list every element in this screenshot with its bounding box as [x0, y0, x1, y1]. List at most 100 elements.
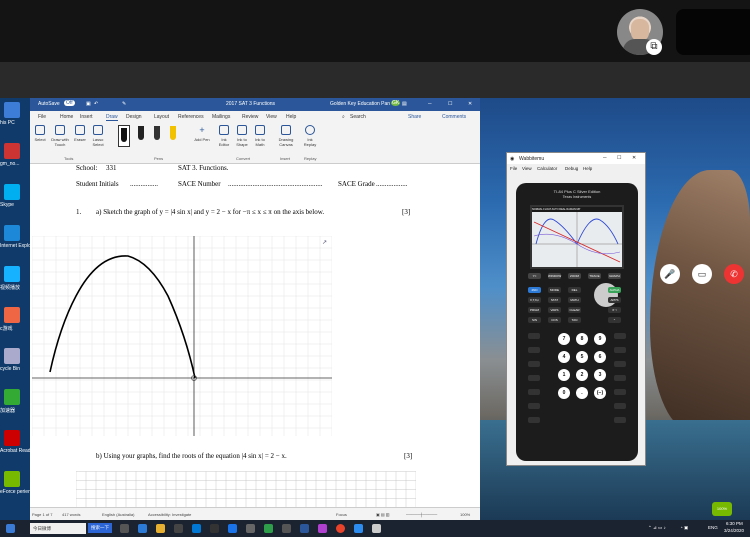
touch-mode-icon[interactable]: ✎ — [122, 101, 126, 107]
edge-icon[interactable] — [138, 524, 147, 533]
calc-side-key[interactable] — [528, 347, 540, 353]
calc-side-key[interactable] — [614, 347, 626, 353]
pen-black-2[interactable] — [138, 126, 144, 140]
tab-references[interactable]: References — [178, 114, 204, 120]
maximize-icon[interactable]: ☐ — [448, 101, 452, 107]
mute-button[interactable]: 🎤 — [660, 264, 680, 284]
word-count[interactable]: 417 words — [62, 512, 80, 517]
desktop-icon[interactable]: eForce perience — [0, 471, 30, 511]
calc-key-top[interactable]: WINDOW — [548, 273, 561, 279]
calc-key[interactable]: MATH — [568, 297, 581, 303]
share-button[interactable]: Share — [408, 114, 421, 120]
calc-key-top[interactable]: GRAPH — [608, 273, 621, 279]
calc-key[interactable]: VARS — [548, 307, 561, 313]
calc-side-key[interactable] — [528, 361, 540, 367]
add-pen-button[interactable]: + Add Pen — [194, 125, 210, 142]
calc-key[interactable]: 2ND — [528, 287, 541, 293]
calc-key[interactable]: APPS — [608, 297, 621, 303]
calc-number-key[interactable]: 7 — [558, 333, 570, 345]
accessibility-status[interactable]: Accessibility: Investigate — [148, 512, 191, 517]
undo-icon[interactable]: ↶ — [94, 101, 98, 107]
wabbit-maximize-icon[interactable]: ☐ — [617, 155, 621, 161]
lasso-select-tool[interactable]: Lasso Select — [90, 125, 106, 147]
calc-side-key[interactable] — [614, 417, 626, 423]
calc-side-key[interactable] — [614, 333, 626, 339]
tab-design[interactable]: Design — [126, 114, 142, 120]
menu-view[interactable]: View — [522, 166, 532, 171]
tab-layout[interactable]: Layout — [154, 114, 169, 120]
account-name[interactable]: Golden Key Education Pan — [330, 101, 390, 107]
tray-icons-2[interactable]: ◔ ▣ — [680, 525, 688, 531]
calc-key[interactable]: X,T,θ,n — [528, 297, 541, 303]
desktop-icon[interactable]: c游戏 — [0, 307, 30, 347]
menu-calculator[interactable]: Calculator — [537, 166, 557, 171]
calc-side-key[interactable] — [614, 375, 626, 381]
save-icon[interactable]: ▣ — [86, 101, 91, 107]
app-icon-1[interactable] — [210, 524, 219, 533]
zoom-level[interactable]: 100% — [460, 512, 470, 517]
video-button[interactable]: ▭ — [692, 264, 712, 284]
wabbit-close-icon[interactable]: ✕ — [632, 155, 636, 161]
desktop-icon[interactable]: cycle Bin — [0, 348, 30, 388]
calc-screen[interactable]: NORMAL FLOAT AUTO REAL RADIAN MP — [530, 205, 624, 269]
task-view-icon[interactable] — [120, 524, 129, 533]
tab-home[interactable]: Home — [60, 114, 73, 120]
ink-editor-button[interactable]: Ink Editor — [216, 125, 232, 147]
clock-date[interactable]: 3/24/2020 — [724, 528, 744, 533]
app-icon-3[interactable] — [246, 524, 255, 533]
document-page[interactable]: School: 331 SAT 3. Functions. Student In… — [30, 164, 480, 510]
desktop-icon[interactable]: 视频播放 — [0, 266, 30, 306]
taskbar-search-button[interactable]: 搜索一下 — [88, 523, 112, 533]
close-icon[interactable]: ✕ — [468, 101, 472, 107]
calc-key-top[interactable]: TRACE — [588, 273, 601, 279]
desktop-icon[interactable]: Skype — [0, 184, 30, 224]
menu-help[interactable]: Help — [583, 166, 592, 171]
minimize-icon[interactable]: ─ — [428, 101, 432, 107]
calc-number-key[interactable]: 8 — [576, 333, 588, 345]
app-icon-2[interactable] — [228, 524, 237, 533]
pen-black-3[interactable] — [154, 126, 160, 140]
calc-key-top[interactable]: Y= — [528, 273, 541, 279]
wabbit-minimize-icon[interactable]: ─ — [603, 155, 607, 161]
calc-number-key[interactable]: . — [576, 387, 588, 399]
ink-replay-button[interactable]: Ink Replay — [302, 125, 318, 147]
nvidia-overlay[interactable]: 100% — [712, 502, 732, 516]
app-icon-6[interactable] — [354, 524, 363, 533]
sketch-axes[interactable]: ↗ — [32, 236, 332, 446]
calc-key[interactable]: ^ — [608, 317, 621, 323]
wabbitemu-taskbar-icon[interactable] — [372, 524, 381, 533]
clock-time[interactable]: 6:30 PM — [726, 521, 743, 526]
desktop-icon[interactable]: Internet Explorer — [0, 225, 30, 265]
select-tool[interactable]: Select — [32, 125, 48, 142]
restore-icon[interactable]: ⧉ — [646, 39, 662, 55]
drawing-canvas-button[interactable]: Drawing Canvas — [276, 125, 296, 147]
zoom-slider[interactable]: ─────┼───── — [406, 512, 437, 517]
calc-side-key[interactable] — [528, 375, 540, 381]
calc-side-key[interactable] — [614, 403, 626, 409]
draw-with-touch-tool[interactable]: Draw with Touch — [50, 125, 70, 147]
calc-side-key[interactable] — [528, 333, 540, 339]
app-icon-5[interactable] — [318, 524, 327, 533]
desktop-icon[interactable]: 加速器 — [0, 389, 30, 429]
menu-file[interactable]: File — [510, 166, 517, 171]
app-icon-4[interactable] — [282, 524, 291, 533]
tab-mailings[interactable]: Mailings — [212, 114, 230, 120]
page-count[interactable]: Page 1 of 7 — [32, 512, 52, 517]
language-status[interactable]: English (Australia) — [102, 512, 134, 517]
taskbar-search[interactable]: 今日微博 — [30, 523, 86, 534]
calc-number-key[interactable]: 0 — [558, 387, 570, 399]
calc-key[interactable]: MODE — [548, 287, 561, 293]
desktop-icon[interactable]: Acrobat Reader DC — [0, 430, 30, 470]
calc-number-key[interactable]: 9 — [594, 333, 606, 345]
calc-side-key[interactable] — [614, 361, 626, 367]
start-icon[interactable] — [6, 524, 15, 533]
view-buttons[interactable]: ▣ ▤ ▥ — [376, 512, 390, 517]
input-language[interactable]: ENG — [708, 525, 718, 530]
answer-grid[interactable] — [76, 470, 416, 510]
calc-number-key[interactable]: 4 — [558, 351, 570, 363]
calc-side-key[interactable] — [528, 403, 540, 409]
graph-resize-handle[interactable]: ↗ — [322, 240, 327, 246]
focus-button[interactable]: Focus — [336, 512, 347, 517]
autosave-toggle[interactable]: Off — [64, 100, 75, 106]
search-icon[interactable]: ⌕ — [342, 114, 345, 120]
